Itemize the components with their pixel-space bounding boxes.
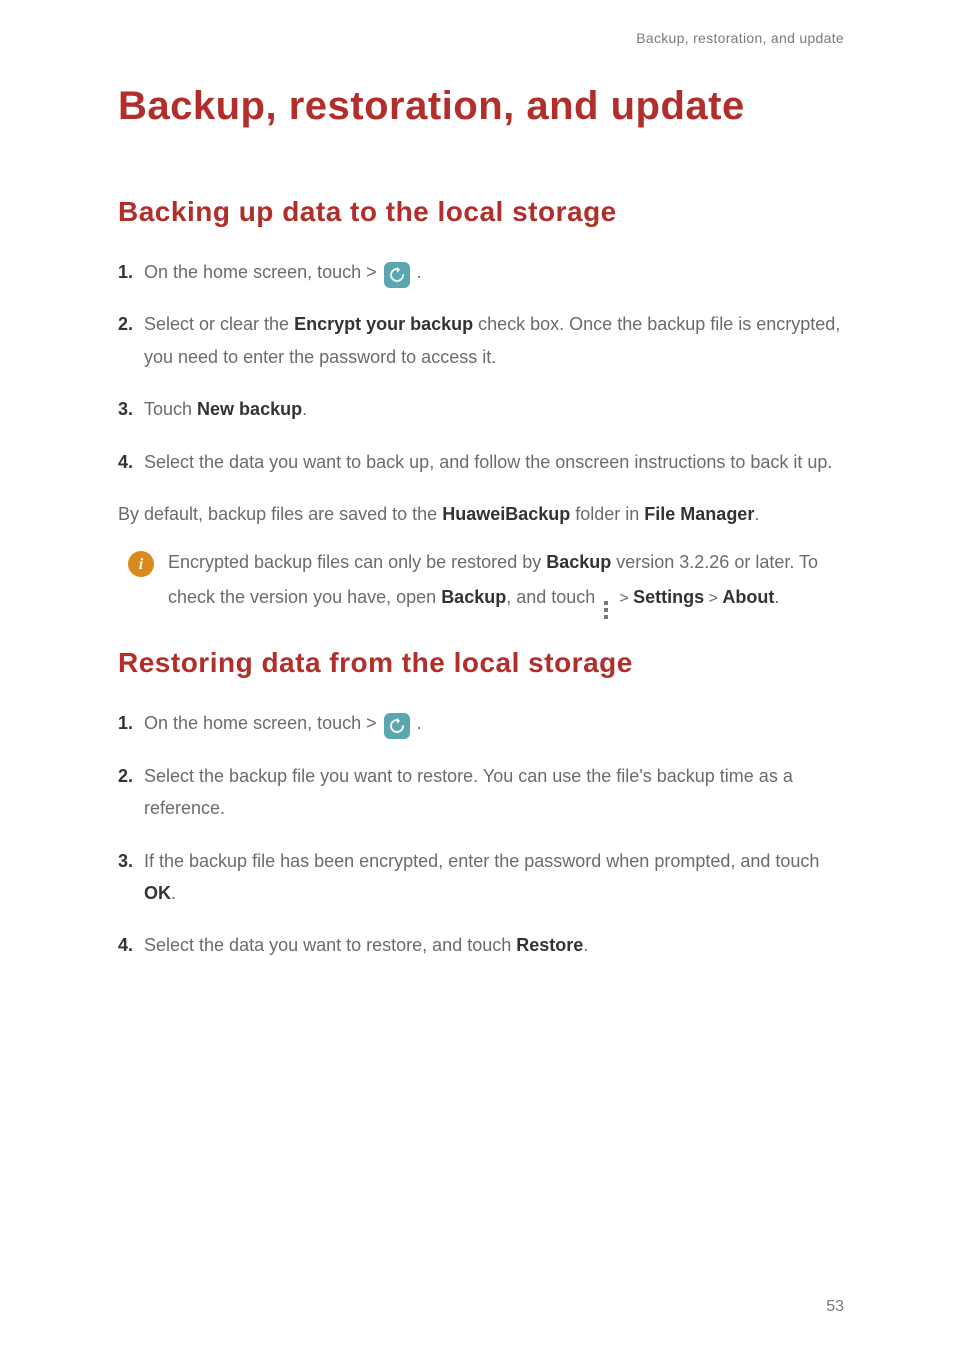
document-page: Backup, restoration, and update Backup, … bbox=[0, 0, 954, 1354]
step-text: . bbox=[583, 935, 588, 955]
para-text: . bbox=[754, 504, 759, 524]
chapter-title: Backup, restoration, and update bbox=[118, 66, 844, 146]
step-body: Select the backup file you want to resto… bbox=[144, 760, 844, 825]
info-text: . bbox=[774, 587, 779, 607]
para-text: By default, backup files are saved to th… bbox=[118, 504, 442, 524]
section-title-restore: Restoring data from the local storage bbox=[118, 647, 844, 679]
step-body: Select the data you want to back up, and… bbox=[144, 446, 844, 478]
step-text: . bbox=[417, 262, 422, 282]
step-number: 2. bbox=[118, 308, 138, 340]
step-body: On the home screen, touch > . bbox=[144, 707, 844, 739]
bold-term: Settings bbox=[633, 587, 704, 607]
bold-term: About bbox=[722, 587, 774, 607]
more-vertical-icon bbox=[604, 599, 608, 619]
step-item: 4. Select the data you want to back up, … bbox=[118, 446, 844, 478]
step-number: 1. bbox=[118, 256, 138, 288]
step-body: Select the data you want to restore, and… bbox=[144, 929, 844, 961]
backup-app-icon bbox=[384, 262, 410, 288]
step-number: 3. bbox=[118, 845, 138, 877]
step-text: Touch bbox=[144, 399, 197, 419]
step-text: . bbox=[171, 883, 176, 903]
info-body: Encrypted backup files can only be resto… bbox=[168, 545, 844, 619]
info-text: > bbox=[619, 590, 633, 607]
step-body: On the home screen, touch > . bbox=[144, 256, 844, 288]
step-item: 3. Touch New backup. bbox=[118, 393, 844, 425]
step-text: On the home screen, touch > bbox=[144, 262, 382, 282]
para-text: folder in bbox=[570, 504, 644, 524]
step-item: 1. On the home screen, touch > . bbox=[118, 707, 844, 739]
page-header-trail: Backup, restoration, and update bbox=[118, 30, 844, 46]
info-icon: i bbox=[128, 551, 154, 577]
step-number: 2. bbox=[118, 760, 138, 792]
bold-term: New backup bbox=[197, 399, 302, 419]
step-text: Select the data you want to restore, and… bbox=[144, 935, 516, 955]
step-text: Select or clear the bbox=[144, 314, 294, 334]
step-number: 4. bbox=[118, 446, 138, 478]
step-text: Select the data you want to back up, and… bbox=[144, 452, 832, 472]
step-number: 1. bbox=[118, 707, 138, 739]
section-title-backup: Backing up data to the local storage bbox=[118, 196, 844, 228]
step-text: . bbox=[417, 713, 422, 733]
step-text: . bbox=[302, 399, 307, 419]
info-text: , and touch bbox=[506, 587, 600, 607]
info-text: > bbox=[704, 590, 722, 607]
page-number: 53 bbox=[826, 1298, 844, 1316]
bold-term: HuaweiBackup bbox=[442, 504, 570, 524]
step-item: 2. Select the backup file you want to re… bbox=[118, 760, 844, 825]
step-item: 4. Select the data you want to restore, … bbox=[118, 929, 844, 961]
step-body: Select or clear the Encrypt your backup … bbox=[144, 308, 844, 373]
step-body: Touch New backup. bbox=[144, 393, 844, 425]
step-item: 2. Select or clear the Encrypt your back… bbox=[118, 308, 844, 373]
bold-term: OK bbox=[144, 883, 171, 903]
paragraph: By default, backup files are saved to th… bbox=[118, 498, 844, 531]
bold-term: Backup bbox=[546, 552, 611, 572]
step-text: Select the backup file you want to resto… bbox=[144, 766, 793, 818]
step-text: If the backup file has been encrypted, e… bbox=[144, 851, 819, 871]
bold-term: Restore bbox=[516, 935, 583, 955]
bold-term: Backup bbox=[441, 587, 506, 607]
info-callout: i Encrypted backup files can only be res… bbox=[128, 545, 844, 619]
backup-app-icon bbox=[384, 713, 410, 739]
step-text: On the home screen, touch > bbox=[144, 713, 382, 733]
info-text: Encrypted backup files can only be resto… bbox=[168, 552, 546, 572]
step-body: If the backup file has been encrypted, e… bbox=[144, 845, 844, 910]
step-item: 1. On the home screen, touch > . bbox=[118, 256, 844, 288]
step-number: 4. bbox=[118, 929, 138, 961]
bold-term: Encrypt your backup bbox=[294, 314, 473, 334]
bold-term: File Manager bbox=[644, 504, 754, 524]
step-item: 3. If the backup file has been encrypted… bbox=[118, 845, 844, 910]
step-number: 3. bbox=[118, 393, 138, 425]
